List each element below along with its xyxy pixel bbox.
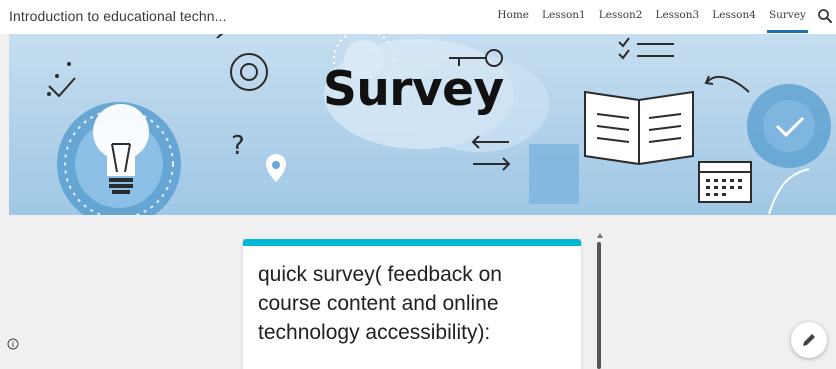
edit-button[interactable]	[791, 322, 827, 358]
nav-item-lesson1[interactable]: Lesson1	[542, 9, 586, 21]
site-title[interactable]: Introduction to educational techn...	[9, 8, 227, 24]
info-icon[interactable]	[7, 338, 19, 350]
exchange-arrows-icon	[471, 135, 511, 171]
nav-item-lesson4[interactable]: Lesson4	[712, 9, 756, 21]
scrollbar-thumb[interactable]	[597, 242, 601, 369]
map-pin-icon	[266, 154, 286, 182]
nav-item-lesson3[interactable]: Lesson3	[655, 9, 699, 21]
scroll-up-arrow[interactable]	[597, 233, 603, 238]
nav-item-survey[interactable]: Survey	[766, 9, 809, 33]
nav-item-home[interactable]: Home	[497, 9, 529, 21]
main-nav: Home Lesson1 Lesson2 Lesson3 Lesson4 Sur…	[497, 9, 809, 33]
survey-card: quick survey( feedback on course content…	[243, 239, 581, 369]
calendar-icon	[698, 161, 752, 203]
header-banner-image: ? Survey	[9, 34, 836, 215]
svg-text:?: ?	[231, 131, 245, 161]
page: Introduction to educational techn... Hom…	[0, 0, 836, 369]
survey-card-title: quick survey( feedback on course content…	[258, 263, 502, 344]
page-title: Survey	[323, 62, 504, 117]
gear-check-icon	[747, 84, 831, 168]
nav-item-lesson2[interactable]: Lesson2	[599, 9, 643, 21]
open-book-icon	[584, 90, 694, 166]
gear-outline-icon	[230, 53, 268, 91]
top-navigation-bar: Introduction to educational techn... Hom…	[0, 0, 836, 34]
pencil-icon	[803, 334, 815, 346]
search-icon[interactable]	[817, 8, 833, 24]
